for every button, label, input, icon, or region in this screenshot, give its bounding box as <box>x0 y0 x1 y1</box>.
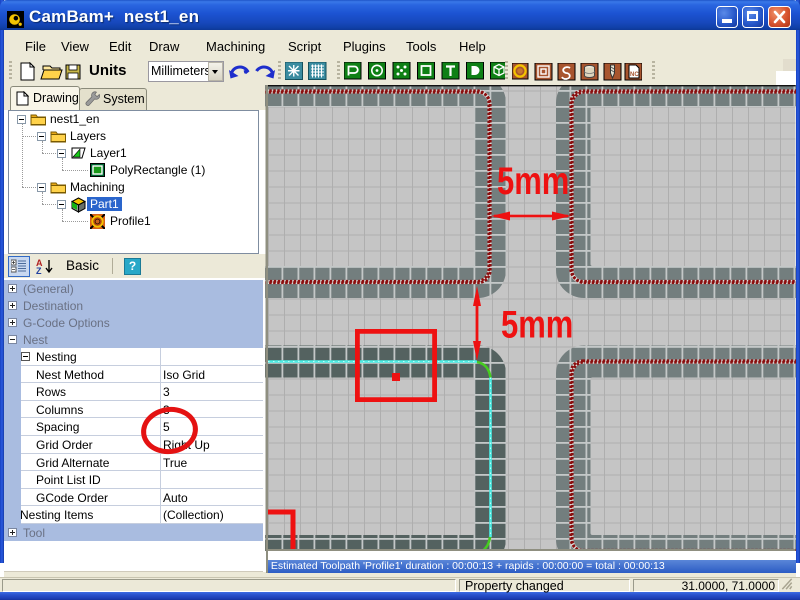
svg-text:NC: NC <box>630 72 639 78</box>
svg-text:5mm: 5mm <box>501 302 573 346</box>
svg-text:5mm: 5mm <box>497 159 569 203</box>
svg-text:Z: Z <box>36 266 42 275</box>
